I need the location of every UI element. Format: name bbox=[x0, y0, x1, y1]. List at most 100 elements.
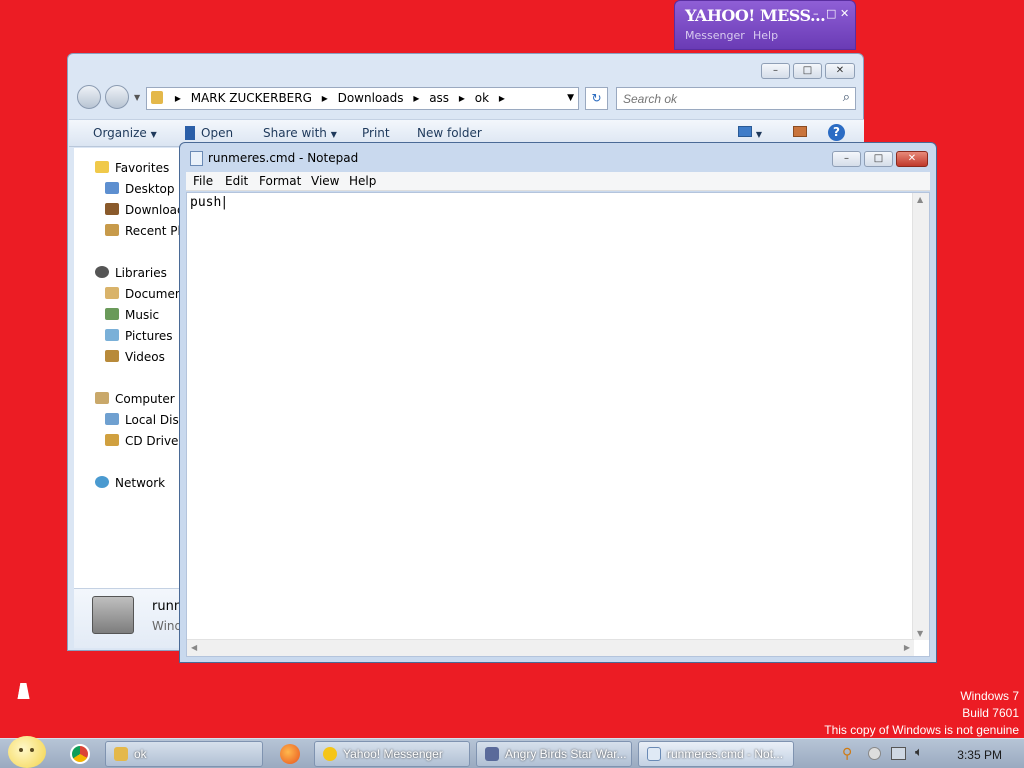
scroll-left-icon[interactable]: ◀ bbox=[191, 643, 197, 652]
notepad-close-button[interactable]: ✕ bbox=[896, 151, 928, 167]
breadcrumb-ok[interactable]: ok bbox=[475, 91, 489, 105]
print-button[interactable]: Print bbox=[362, 126, 390, 140]
notepad-window: runmeres.cmd - Notepad – □ ✕ File Edit F… bbox=[179, 142, 937, 663]
firefox-icon[interactable] bbox=[280, 744, 300, 764]
search-box[interactable]: ⌕ bbox=[616, 87, 856, 110]
chevron-down-icon: ▼ bbox=[150, 130, 157, 139]
libraries-icon bbox=[95, 266, 109, 278]
nav-documents[interactable]: Documen bbox=[105, 287, 182, 301]
notepad-menubar: File Edit Format View Help bbox=[186, 172, 930, 191]
address-dropdown-icon[interactable]: ▼ bbox=[567, 93, 574, 103]
horizontal-scrollbar[interactable]: ◀ ▶ bbox=[187, 639, 914, 656]
breadcrumb-separator-icon[interactable]: ▸ bbox=[175, 91, 181, 105]
nav-cd-drive[interactable]: CD Drive ( bbox=[105, 434, 187, 448]
share-with-button[interactable]: Share with ▼ bbox=[263, 126, 337, 140]
yahoo-logo: YAHOO! MESS... bbox=[685, 6, 826, 25]
search-input[interactable] bbox=[621, 89, 831, 109]
scroll-up-icon[interactable]: ▲ bbox=[917, 195, 923, 204]
videos-icon bbox=[105, 350, 119, 362]
watermark-line-3: This copy of Windows is not genuine bbox=[824, 723, 1019, 737]
tray-status-icon[interactable] bbox=[868, 747, 881, 760]
explorer-maximize-button[interactable]: □ bbox=[793, 63, 822, 79]
start-face-eye-icon bbox=[30, 748, 34, 752]
nav-local-disk[interactable]: Local Disk bbox=[105, 413, 186, 427]
start-button[interactable] bbox=[8, 736, 46, 768]
nav-videos[interactable]: Videos bbox=[105, 350, 165, 364]
notepad-content: push bbox=[190, 195, 228, 210]
nav-downloads[interactable]: Download bbox=[105, 203, 185, 217]
view-options-icon[interactable]: ▼ bbox=[738, 126, 762, 140]
nav-music[interactable]: Music bbox=[105, 308, 159, 322]
details-file-type: Wind bbox=[152, 619, 183, 633]
taskbar-item-notepad[interactable]: runmeres.cmd - Not... bbox=[638, 741, 794, 767]
taskbar-item-yahoo-messenger[interactable]: Yahoo! Messenger bbox=[314, 741, 470, 767]
breadcrumb-separator-icon[interactable]: ▸ bbox=[459, 91, 465, 105]
notepad-icon bbox=[190, 151, 203, 166]
yahoo-menu-help[interactable]: Help bbox=[753, 29, 778, 42]
scroll-down-icon[interactable]: ▼ bbox=[917, 629, 923, 638]
organize-button[interactable]: Organize ▼ bbox=[93, 126, 157, 140]
taskbar: ok Yahoo! Messenger Angry Birds Star War… bbox=[0, 738, 1024, 768]
explorer-minimize-button[interactable]: – bbox=[761, 63, 790, 79]
notepad-text-area[interactable]: push ▲ ▼ ◀ ▶ bbox=[186, 192, 930, 657]
folder-icon bbox=[151, 91, 163, 104]
yahoo-maximize-button[interactable]: □ bbox=[826, 7, 836, 20]
search-icon[interactable]: ⚲ bbox=[842, 746, 852, 762]
nav-libraries[interactable]: Libraries bbox=[95, 266, 167, 280]
nav-desktop[interactable]: Desktop bbox=[105, 182, 175, 196]
menu-file[interactable]: File bbox=[193, 174, 213, 188]
mouse-cursor-icon bbox=[17, 683, 33, 699]
breadcrumb-ass[interactable]: ass bbox=[429, 91, 449, 105]
menu-format[interactable]: Format bbox=[259, 174, 301, 188]
start-face-eye-icon bbox=[19, 748, 23, 752]
watermark-line-1: Windows 7 bbox=[960, 689, 1019, 703]
refresh-icon[interactable]: ↻ bbox=[585, 87, 608, 110]
volume-icon[interactable]: 🔈︎ bbox=[915, 745, 923, 760]
navigation-pane: Favorites Desktop Download Recent Pla Li… bbox=[74, 148, 189, 588]
nav-computer[interactable]: Computer bbox=[95, 392, 175, 406]
help-icon[interactable]: ? bbox=[828, 124, 845, 141]
forward-button[interactable] bbox=[105, 85, 129, 109]
taskbar-item-explorer[interactable]: ok bbox=[105, 741, 263, 767]
breadcrumb-separator-icon[interactable]: ▸ bbox=[413, 91, 419, 105]
yahoo-messenger-window[interactable]: YAHOO! MESS... – □ ✕ Messenger Help bbox=[674, 0, 856, 50]
taskbar-clock[interactable]: 3:35 PM bbox=[957, 748, 1002, 762]
recent-pages-dropdown-icon[interactable]: ▼ bbox=[134, 93, 140, 102]
breadcrumb-downloads[interactable]: Downloads bbox=[338, 91, 404, 105]
vertical-scrollbar[interactable]: ▲ ▼ bbox=[912, 193, 929, 640]
nav-favorites[interactable]: Favorites bbox=[95, 161, 169, 175]
back-button[interactable] bbox=[77, 85, 101, 109]
open-icon bbox=[185, 126, 195, 140]
menu-help[interactable]: Help bbox=[349, 174, 376, 188]
menu-edit[interactable]: Edit bbox=[225, 174, 248, 188]
desktop-icon bbox=[105, 182, 119, 194]
network-tray-icon[interactable] bbox=[891, 747, 906, 760]
menu-view[interactable]: View bbox=[311, 174, 339, 188]
yahoo-menu-messenger[interactable]: Messenger bbox=[685, 29, 745, 42]
explorer-close-button[interactable]: ✕ bbox=[825, 63, 855, 79]
yahoo-close-button[interactable]: ✕ bbox=[840, 7, 849, 20]
local-disk-icon bbox=[105, 413, 119, 425]
open-button[interactable]: Open bbox=[185, 126, 233, 140]
new-folder-button[interactable]: New folder bbox=[417, 126, 482, 140]
taskbar-item-angry-birds[interactable]: Angry Birds Star War... bbox=[476, 741, 632, 767]
notepad-title: runmeres.cmd - Notepad bbox=[208, 151, 359, 165]
notepad-minimize-button[interactable]: – bbox=[832, 151, 861, 167]
watermark-line-2: Build 7601 bbox=[962, 706, 1019, 720]
nav-pictures[interactable]: Pictures bbox=[105, 329, 173, 343]
music-icon bbox=[105, 308, 119, 320]
search-icon[interactable]: ⌕ bbox=[843, 90, 850, 105]
folder-icon bbox=[114, 747, 128, 761]
yahoo-minimize-button[interactable]: – bbox=[813, 7, 819, 20]
preview-pane-icon[interactable] bbox=[793, 126, 807, 140]
downloads-icon bbox=[105, 203, 119, 215]
nav-network[interactable]: Network bbox=[95, 476, 165, 490]
breadcrumb-separator-icon[interactable]: ▸ bbox=[499, 91, 505, 105]
chrome-icon[interactable] bbox=[70, 744, 90, 764]
breadcrumb-separator-icon[interactable]: ▸ bbox=[322, 91, 328, 105]
scroll-right-icon[interactable]: ▶ bbox=[904, 643, 910, 652]
address-bar[interactable]: ▸ MARK ZUCKERBERG ▸ Downloads ▸ ass ▸ ok… bbox=[146, 87, 579, 110]
notepad-maximize-button[interactable]: □ bbox=[864, 151, 893, 167]
nav-recent-places[interactable]: Recent Pla bbox=[105, 224, 188, 238]
breadcrumb-mark-zuckerberg[interactable]: MARK ZUCKERBERG bbox=[191, 91, 312, 105]
